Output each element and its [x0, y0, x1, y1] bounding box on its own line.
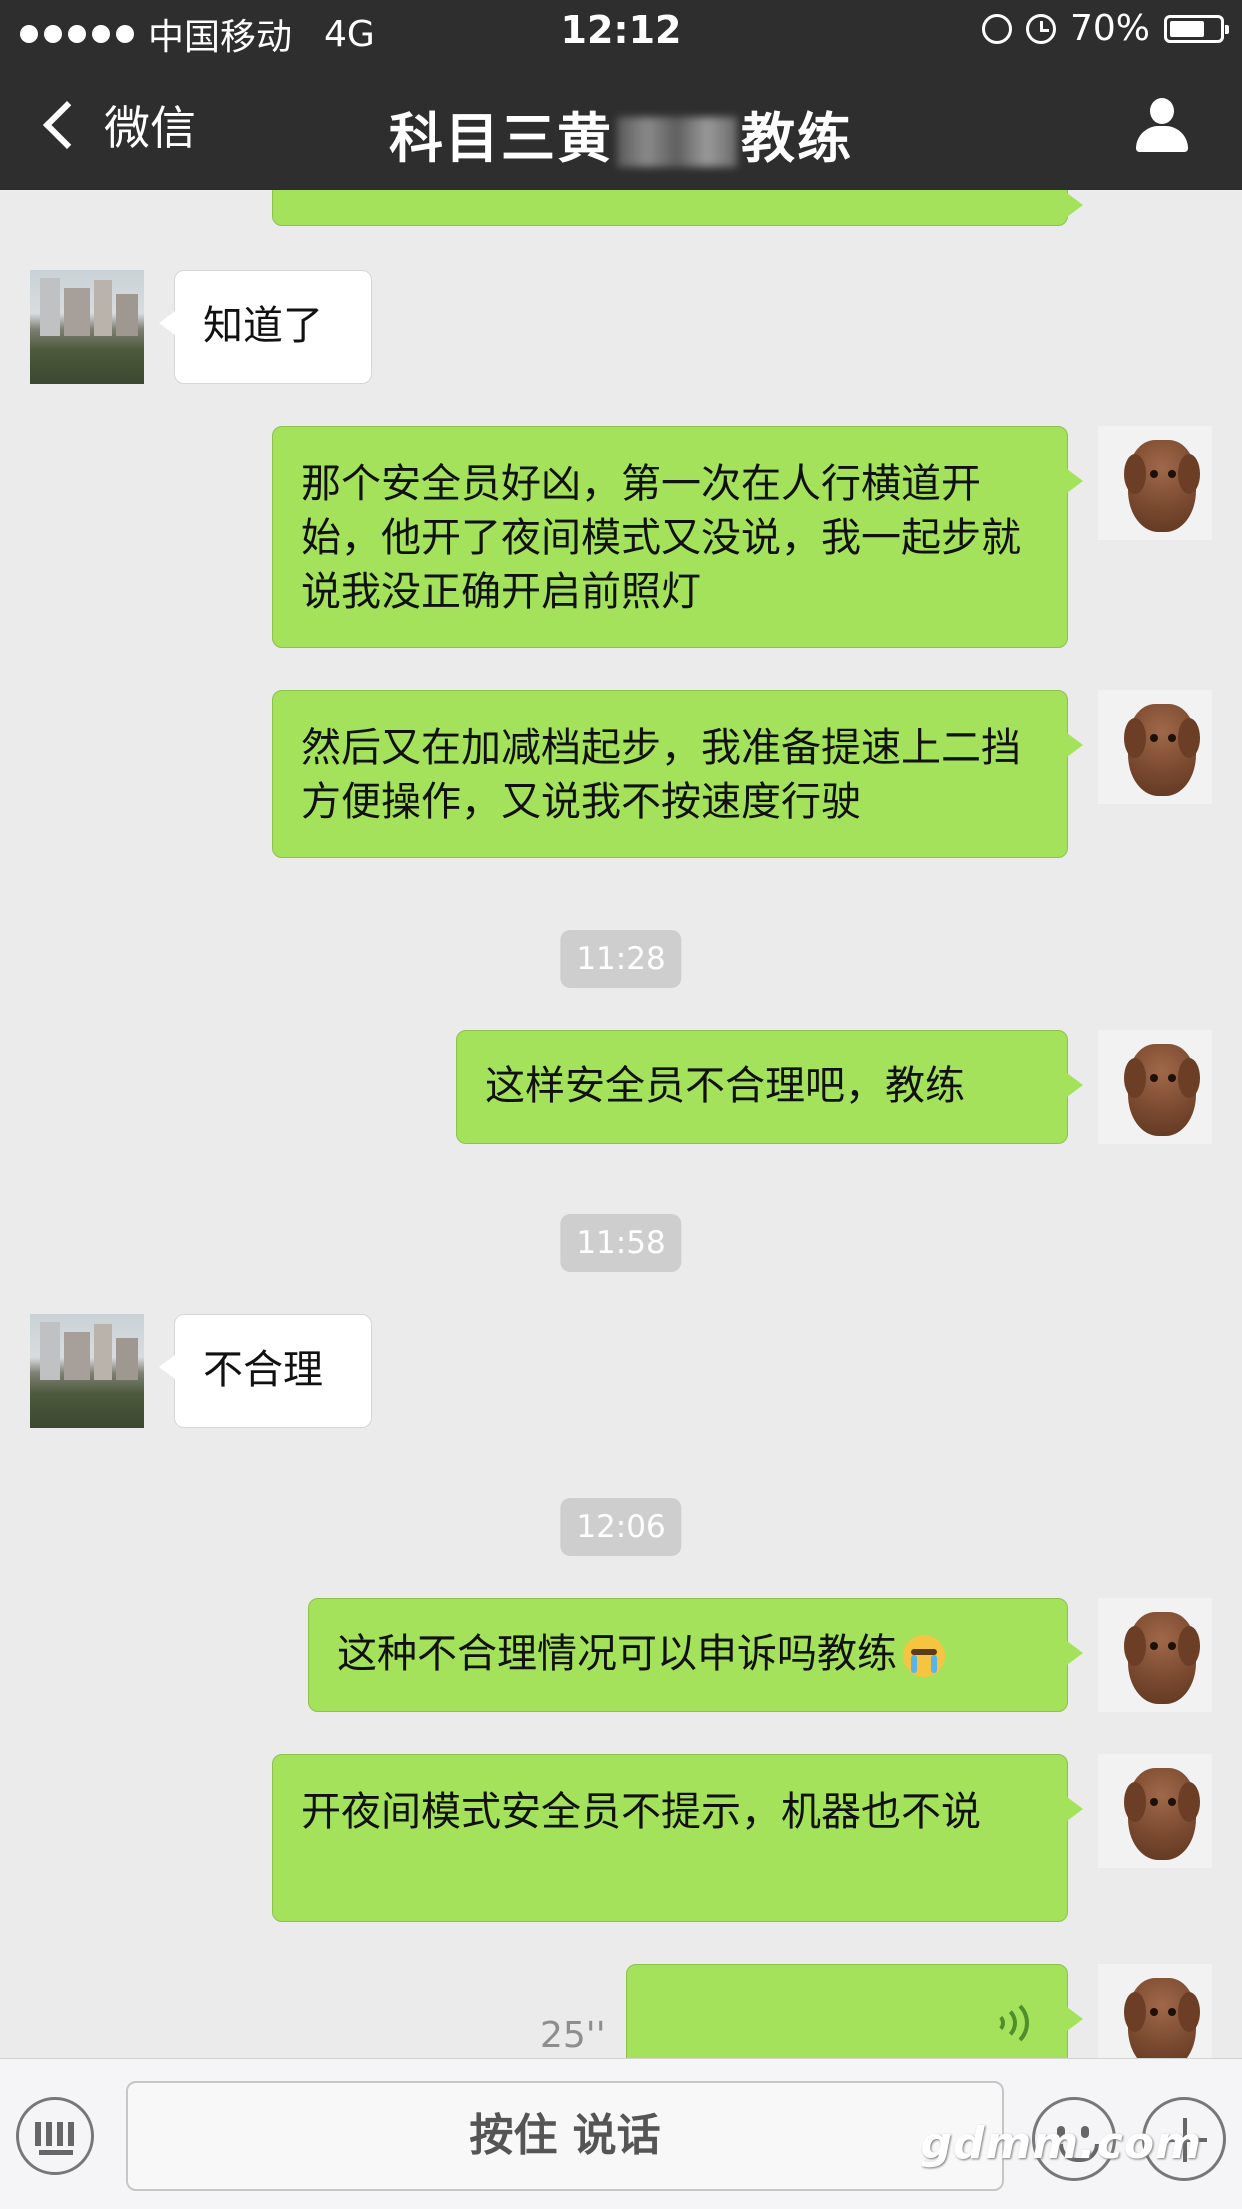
message-bubble-sent[interactable]: 那个安全员好凶，第一次在人行横道开始，他开了夜间模式又没说，我一起步就说我没正确… [272, 426, 1083, 648]
status-right: 70% [981, 8, 1229, 49]
message-text: 不合理 [203, 1347, 323, 1393]
message-bubble-sent[interactable]: 这种不合理情况可以申诉吗教练 [308, 1598, 1083, 1712]
avatar-me[interactable] [1098, 1598, 1212, 1712]
alarm-icon [1025, 13, 1056, 44]
watermark: gdmm.com [920, 2118, 1202, 2169]
voice-wave-icon [991, 1997, 1029, 2049]
avatar-me[interactable] [1098, 1030, 1212, 1144]
hold-to-talk-button[interactable]: 按住 说话 [126, 2081, 1004, 2191]
chat-title: 科目三黄 教练 [0, 94, 1242, 173]
avatar-coach[interactable] [30, 270, 144, 384]
message-text: 那个安全员好凶，第一次在人行横道开始，他开了夜间模式又没说，我一起步就说我没正确… [301, 461, 1021, 615]
nav-bar: 微信 科目三黄 教练 [0, 62, 1242, 190]
message-bubble-received[interactable]: 知道了 [159, 270, 372, 384]
timestamp-pill: 12:06 [560, 1498, 682, 1556]
timestamp-pill: 11:28 [560, 930, 682, 988]
avatar-coach[interactable] [30, 1314, 144, 1428]
chat-title-left: 科目三黄 [389, 107, 613, 170]
message-text: 这种不合理情况可以申诉吗教练 [337, 1631, 897, 1677]
status-bar: 中国移动 4G 12:12 70% [0, 0, 1242, 62]
message-bubble-sent[interactable]: 这样安全员不合理吧，教练 [456, 1030, 1083, 1144]
message-bubble-sent[interactable]: 开夜间模式安全员不提示，机器也不说 [272, 1754, 1083, 1922]
top-bar: 中国移动 4G 12:12 70% 微信 科目三黄 教练 [0, 0, 1242, 190]
battery-icon [1164, 14, 1229, 43]
message-text: 开夜间模式安全员不提示，机器也不说 [301, 1789, 981, 1835]
battery-percent: 70% [1069, 8, 1150, 49]
chat-title-right: 教练 [741, 107, 853, 170]
avatar-me[interactable] [1098, 1754, 1212, 1868]
battery-fill [1170, 20, 1205, 37]
keyboard-toggle-icon[interactable] [16, 2097, 94, 2175]
contact-profile-icon[interactable] [1134, 98, 1190, 154]
avatar-me[interactable] [1098, 426, 1212, 540]
timestamp-pill: 11:58 [560, 1214, 682, 1272]
title-blur-mask [617, 117, 737, 168]
voice-duration: 25'' [540, 2015, 606, 2056]
message-bubble-sent[interactable]: 然后又在加减档起步，我准备提速上二挡方便操作，又说我不按速度行驶 [272, 690, 1083, 858]
crying-face-icon [903, 1635, 945, 1677]
message-text: 知道了 [203, 303, 323, 349]
message-text: 这样安全员不合理吧，教练 [485, 1063, 965, 1109]
message-bubble-received[interactable]: 不合理 [159, 1314, 372, 1428]
avatar-me[interactable] [1098, 690, 1212, 804]
rotation-lock-icon [981, 13, 1012, 44]
message-text: 然后又在加减档起步，我准备提速上二挡方便操作，又说我不按速度行驶 [301, 725, 1021, 825]
